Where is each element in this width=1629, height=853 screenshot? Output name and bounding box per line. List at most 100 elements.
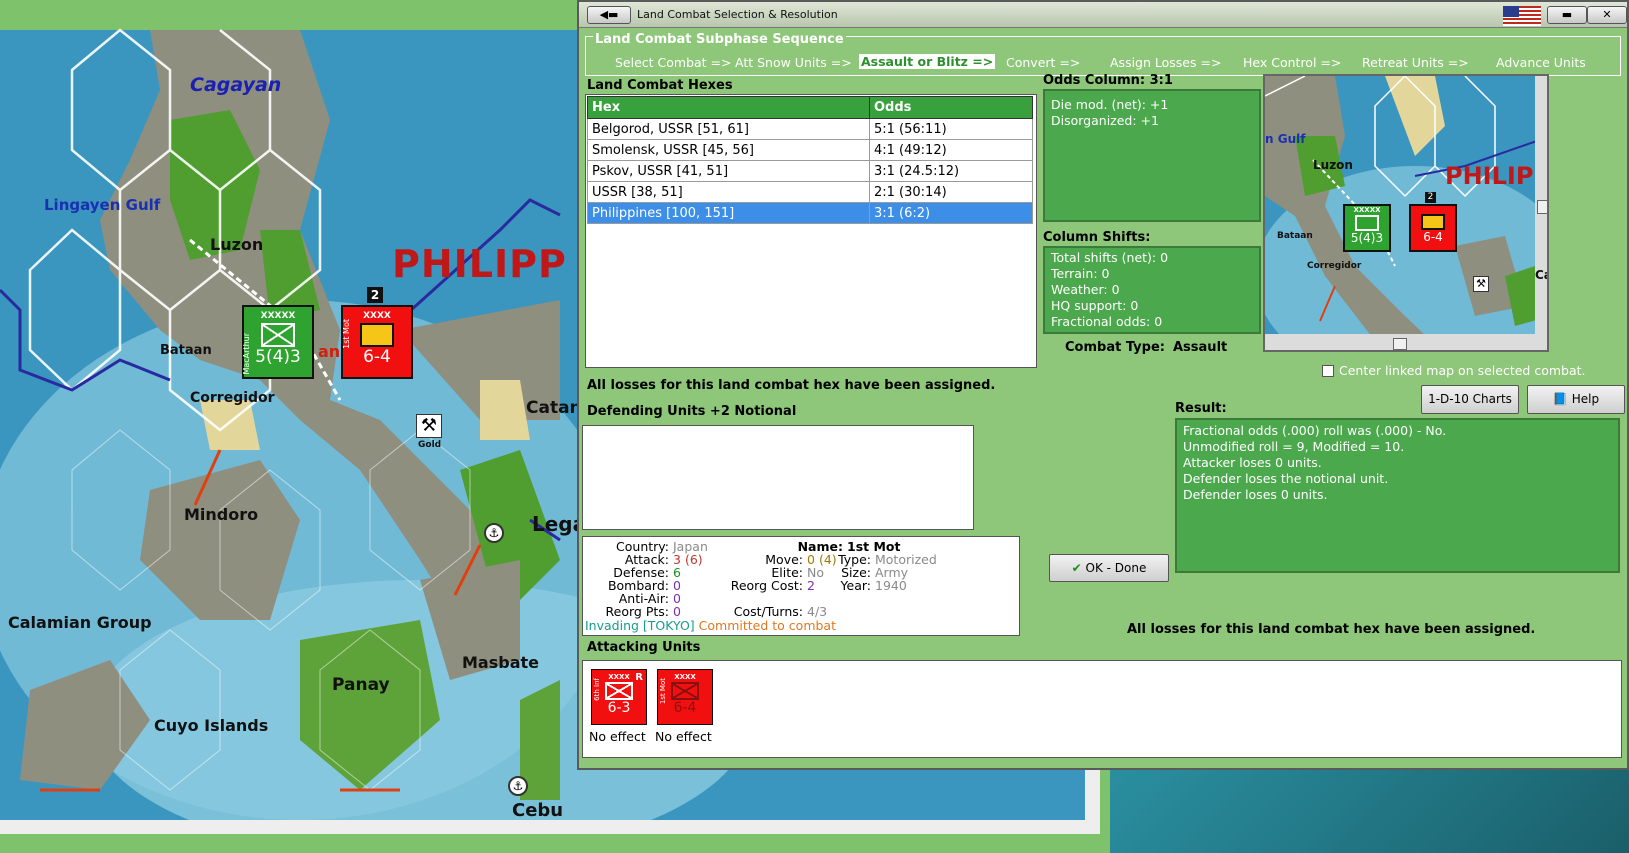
- unit-1st-mot[interactable]: 1st Mot XXXX 6-4: [341, 305, 413, 379]
- map-label-cagayan: Cagayan: [190, 74, 282, 96]
- losses-message-2: All losses for this land combat hex have…: [1127, 622, 1536, 637]
- unit-info-keys-col2: Move: Elite: Reorg Cost: Cost/Turns:: [703, 553, 803, 618]
- odds-cell: 4:1 (49:12): [869, 139, 1033, 161]
- odds-cell: 3:1 (24.5:12): [869, 160, 1033, 182]
- costturns-key: Cost/Turns:: [733, 604, 803, 619]
- combat-type-label: Combat Type:: [1065, 340, 1165, 355]
- center-linked-checkbox[interactable]: [1322, 365, 1334, 377]
- odds-line: Die mod. (net): +1: [1051, 97, 1169, 112]
- table-row[interactable]: USSR [38, 51] 2:1 (30:14): [587, 181, 1033, 203]
- motorized-symbol-icon: [671, 682, 699, 700]
- col-odds: Odds: [869, 96, 1033, 119]
- motorized-symbol-icon: [360, 323, 394, 347]
- unit-commander-name: MacArthur: [242, 333, 251, 375]
- attacking-unit-1st-mot[interactable]: 1st Mot XXXX 6-4: [657, 669, 713, 725]
- reorgcost-key: Reorg Cost:: [730, 578, 803, 593]
- defending-units-title: Defending Units +2 Notional: [587, 404, 797, 419]
- table-row-selected[interactable]: Philippines [100, 151] 3:1 (6:2): [587, 202, 1033, 224]
- hexes-list[interactable]: Hex Odds Belgorod, USSR [51, 61] 5:1 (56:1…: [585, 94, 1037, 368]
- linked-mini-map[interactable]: n Gulf Luzon PHILIP Bataan Corregidor Ca…: [1263, 74, 1549, 352]
- unit-name: 6th Inf: [593, 678, 601, 701]
- table-row[interactable]: Smolensk, USSR [45, 56] 4:1 (49:12): [587, 139, 1033, 161]
- help-button[interactable]: 📘 Help: [1527, 385, 1625, 414]
- hexes-table: Hex Odds Belgorod, USSR [51, 61] 5:1 (56:1…: [587, 96, 1033, 224]
- minimize-button[interactable]: ▬: [1547, 6, 1587, 24]
- close-button[interactable]: ✕: [1587, 6, 1627, 24]
- odds-line: Disorganized: +1: [1051, 113, 1159, 128]
- hex-cell: Smolensk, USSR [45, 56]: [587, 139, 870, 161]
- costturns-value: 4/3: [807, 604, 828, 619]
- mini-unit-1st-mot[interactable]: 6-4: [1409, 204, 1457, 252]
- year-value: 1940: [875, 578, 907, 593]
- center-linked-label: Center linked map on selected combat.: [1339, 363, 1586, 378]
- seq-assign-losses: Assign Losses =>: [1110, 55, 1222, 70]
- result-line: Unmodified roll = 9, Modified = 10.: [1183, 439, 1405, 454]
- result-line: Attacker loses 0 units.: [1183, 455, 1322, 470]
- shift-line: Total shifts (net): 0: [1051, 250, 1169, 265]
- reorgpts-key: Reorg Pts:: [605, 604, 669, 619]
- mini-map-hscroll-thumb[interactable]: [1393, 338, 1407, 350]
- unit-info-keys-col4: Type: Size: Year:: [811, 553, 871, 592]
- map-label-philippines: PHILIPP: [392, 242, 567, 286]
- odds-cell: 3:1 (6:2): [869, 202, 1033, 224]
- unit-info-keys-col1: Country: Attack: Defense: Bombard: Anti-…: [591, 540, 669, 618]
- name-key: Name:: [797, 539, 843, 554]
- unit-strength: 6-4: [363, 347, 391, 367]
- mini-label-philippines: PHILIP: [1445, 162, 1534, 190]
- unit-status-line: Invading [TOKYO] Committed to combat: [585, 619, 836, 632]
- seq-convert: Convert =>: [1006, 55, 1081, 70]
- hexes-header-row: Hex Odds: [587, 96, 1033, 119]
- year-key: Year:: [840, 578, 871, 593]
- odds-cell: 2:1 (30:14): [869, 181, 1033, 203]
- invading-status: Invading [TOKYO]: [585, 618, 695, 633]
- charts-button[interactable]: 1-D-10 Charts: [1421, 385, 1519, 414]
- help-book-icon: 📘: [1552, 392, 1568, 406]
- column-shifts-title: Column Shifts:: [1043, 230, 1151, 245]
- combat-type-value: Assault: [1173, 340, 1228, 355]
- shift-line: Weather: 0: [1051, 282, 1120, 297]
- mini-label-luzon: Luzon: [1313, 158, 1353, 172]
- mini-unit-strength: 6-4: [1423, 230, 1443, 244]
- map-label-catan: Catan: [526, 398, 582, 418]
- ok-done-label: OK - Done: [1085, 561, 1147, 575]
- mini-map-vscroll-thumb[interactable]: [1537, 200, 1547, 214]
- map-label-masbate: Masbate: [462, 653, 539, 672]
- map-label-lingayen: Lingayen Gulf: [44, 196, 161, 214]
- mini-unit-macarthur[interactable]: XXXXX 5(4)3: [1343, 204, 1391, 252]
- unit-info-panel: Country: Attack: Defense: Bombard: Anti-…: [582, 536, 1020, 636]
- system-menu-button[interactable]: ◀▬: [587, 6, 631, 24]
- committed-status: Committed to combat: [698, 618, 836, 633]
- map-label-cebu: Cebu: [512, 800, 564, 821]
- sequence-title: Land Combat Subphase Sequence: [593, 32, 846, 47]
- unit-size: XXXXX: [260, 311, 296, 321]
- seq-select-combat: Select Combat =>: [615, 55, 732, 70]
- attacking-units-panel[interactable]: 6th Inf XXXX R 6-3 No effect 1st Mot XXX…: [582, 660, 1622, 758]
- reserve-flag: R: [635, 672, 643, 683]
- attacking-unit-6th-inf[interactable]: 6th Inf XXXX R 6-3: [591, 669, 647, 725]
- unit-status: No effect: [655, 729, 712, 744]
- ok-done-button[interactable]: ✔ OK - Done: [1049, 554, 1169, 582]
- map-label-mindoro: Mindoro: [184, 505, 259, 524]
- unit-name: 1st Mot: [342, 319, 351, 349]
- col-hex: Hex: [587, 96, 870, 119]
- mini-unit-strength: 5(4)3: [1350, 231, 1384, 245]
- result-box: Fractional odds (.000) roll was (.000) -…: [1175, 418, 1620, 573]
- attack-value-2: (6): [684, 552, 703, 567]
- map-label-luzon: Luzon: [210, 235, 264, 254]
- odds-modifiers-box: Die mod. (net): +1 Disorganized: +1: [1043, 89, 1261, 222]
- result-title: Result:: [1175, 401, 1227, 416]
- hex-cell: USSR [38, 51]: [587, 181, 870, 203]
- mini-label-corregidor: Corregidor: [1307, 261, 1362, 271]
- table-row[interactable]: Belgorod, USSR [51, 61] 5:1 (56:11): [587, 118, 1033, 140]
- table-row[interactable]: Pskov, USSR [41, 51] 3:1 (24.5:12): [587, 160, 1033, 182]
- defending-units-panel[interactable]: [582, 425, 974, 530]
- unit-macarthur[interactable]: MacArthur XXXXX 5(4)3: [242, 305, 314, 379]
- hexes-title: Land Combat Hexes: [587, 78, 733, 93]
- hex-cell: Pskov, USSR [41, 51]: [587, 160, 870, 182]
- hex-cell: Belgorod, USSR [51, 61]: [587, 118, 870, 140]
- unit-info-vals-col4: Motorized Army 1940: [875, 553, 965, 592]
- gold-resource-icon: ⚒: [416, 414, 442, 438]
- unit-status: No effect: [589, 729, 646, 744]
- dialog-titlebar[interactable]: ◀▬ Land Combat Selection & Resolution ▬ …: [579, 2, 1627, 28]
- unit-strength: 6-3: [607, 700, 631, 716]
